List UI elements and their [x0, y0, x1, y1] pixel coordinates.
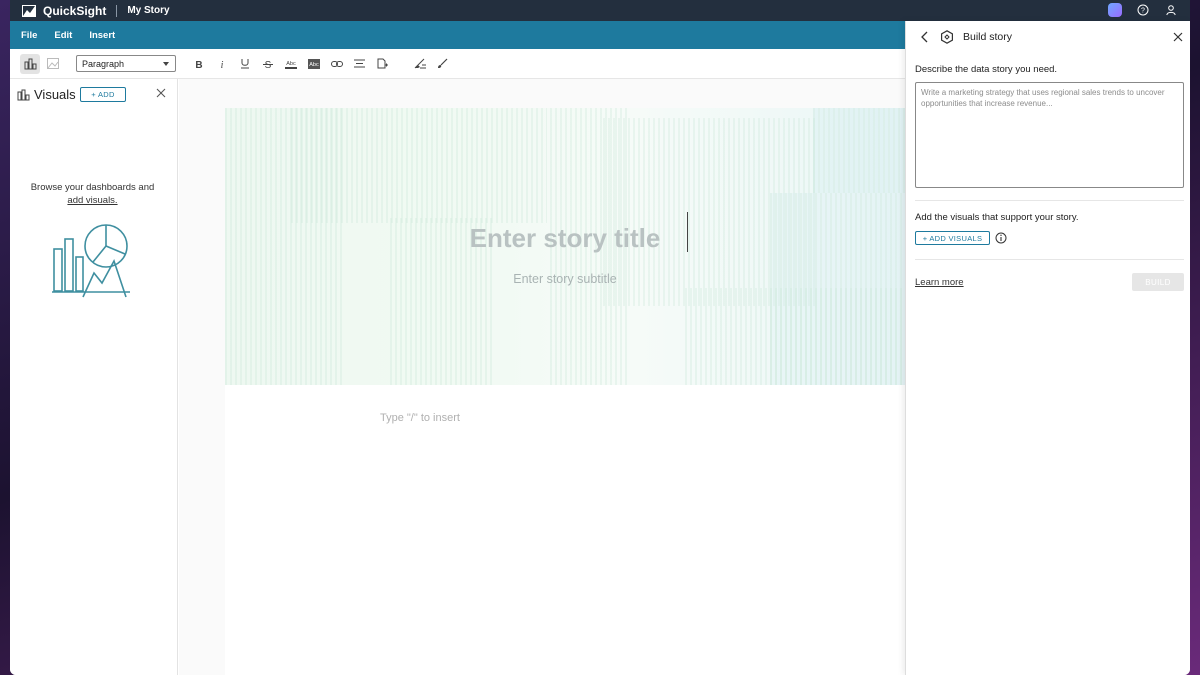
paint-brush-icon	[438, 58, 448, 68]
image-panel-toggle[interactable]	[43, 54, 63, 74]
bar-chart-icon	[24, 58, 36, 69]
text-style-value: Paragraph	[82, 58, 125, 69]
close-icon[interactable]	[1172, 31, 1184, 43]
quicksight-logo[interactable]: QuickSight	[22, 4, 106, 18]
insert-block-button[interactable]	[371, 54, 394, 74]
story-title-banner[interactable]: Enter story title Enter story subtitle	[225, 108, 905, 385]
text-color-button[interactable]: Abc	[279, 54, 302, 74]
visuals-label: Add the visuals that support your story.	[915, 212, 1079, 223]
title-separator	[116, 4, 118, 17]
add-visuals-button[interactable]: + ADD VISUALS	[915, 231, 990, 245]
svg-text:Abc: Abc	[286, 61, 296, 67]
charts-illustration	[52, 224, 130, 298]
add-visual-button[interactable]: + ADD	[80, 87, 126, 102]
quicksight-logo-icon	[22, 4, 36, 17]
strikethrough-icon: S	[262, 60, 273, 69]
menu-insert[interactable]: Insert	[89, 30, 115, 41]
empty-state-text: Browse your dashboards and	[30, 182, 155, 193]
visuals-panel-toggle[interactable]	[20, 53, 40, 74]
amazon-q-logo-icon	[941, 30, 953, 44]
info-icon[interactable]	[995, 232, 1007, 244]
visuals-panel: Visuals + ADD Browse your dashboards and…	[10, 79, 178, 675]
strikethrough-button[interactable]: S	[256, 54, 279, 74]
divider	[915, 259, 1184, 260]
svg-text:i: i	[220, 60, 223, 69]
build-story-title: Build story	[963, 31, 1013, 43]
user-icon[interactable]	[1164, 3, 1178, 17]
bold-icon: B	[195, 60, 202, 69]
menu-edit[interactable]: Edit	[54, 30, 72, 41]
bar-chart-icon	[17, 89, 30, 100]
text-style-select[interactable]: Paragraph	[76, 55, 176, 72]
visuals-panel-header: Visuals	[17, 87, 76, 102]
visuals-panel-title: Visuals	[34, 87, 76, 102]
build-story-panel: Build story Describe the data story you …	[905, 21, 1190, 675]
underline-button[interactable]	[233, 54, 256, 74]
build-button[interactable]: BUILD	[1132, 273, 1184, 291]
svg-text:?: ?	[1141, 8, 1145, 15]
image-icon	[47, 58, 59, 69]
back-arrow-icon[interactable]	[919, 31, 931, 43]
app-window: QuickSight My Story ? File Edit Insert P…	[10, 0, 1190, 675]
formatting-toolbar: Paragraph B i S Abc Abc	[10, 49, 905, 79]
underline-icon	[240, 59, 249, 69]
top-bar: QuickSight My Story ?	[10, 0, 1190, 21]
story-prompt-input[interactable]	[915, 82, 1184, 188]
insert-block-icon	[377, 58, 388, 69]
learn-more-link[interactable]: Learn more	[915, 277, 964, 288]
svg-text:B: B	[195, 60, 202, 69]
theme-icon	[414, 58, 426, 69]
theme-button[interactable]	[408, 54, 431, 74]
link-button[interactable]	[325, 54, 348, 74]
highlight-button[interactable]: Abc	[302, 54, 325, 74]
document-name: My Story	[127, 5, 170, 16]
close-icon[interactable]	[155, 87, 167, 99]
menu-file[interactable]: File	[21, 30, 37, 41]
top-right-actions: ?	[1108, 3, 1178, 17]
bold-button[interactable]: B	[187, 54, 210, 74]
build-story-header: Build story	[906, 21, 1190, 53]
highlight-icon: Abc	[307, 58, 320, 69]
app-name: QuickSight	[43, 3, 107, 18]
prompt-label: Describe the data story you need.	[915, 64, 1058, 75]
divider	[915, 200, 1184, 201]
banner-pattern-tile	[813, 108, 905, 193]
banner-pattern-tile	[770, 193, 905, 385]
insert-hint[interactable]: Type "/" to insert	[380, 412, 460, 424]
story-page: Enter story title Enter story subtitle T…	[225, 108, 905, 675]
link-icon	[330, 60, 343, 67]
help-icon[interactable]: ?	[1136, 3, 1150, 17]
story-title-placeholder[interactable]: Enter story title	[225, 223, 905, 254]
chevron-down-icon	[163, 62, 169, 66]
empty-state-message: Browse your dashboards and add visuals.	[10, 181, 175, 207]
brush-button[interactable]	[431, 54, 454, 74]
banner-pattern-tile	[291, 108, 547, 223]
text-cursor	[687, 212, 688, 252]
story-canvas: Enter story title Enter story subtitle T…	[179, 79, 905, 675]
story-subtitle-placeholder[interactable]: Enter story subtitle	[225, 272, 905, 286]
amazon-q-icon[interactable]	[1108, 3, 1122, 17]
add-visuals-link[interactable]: add visuals.	[67, 195, 117, 206]
italic-icon: i	[220, 60, 223, 69]
italic-button[interactable]: i	[210, 54, 233, 74]
align-center-icon	[354, 59, 365, 68]
text-color-icon: Abc	[284, 61, 297, 69]
svg-text:Abc: Abc	[309, 62, 319, 68]
align-button[interactable]	[348, 54, 371, 74]
